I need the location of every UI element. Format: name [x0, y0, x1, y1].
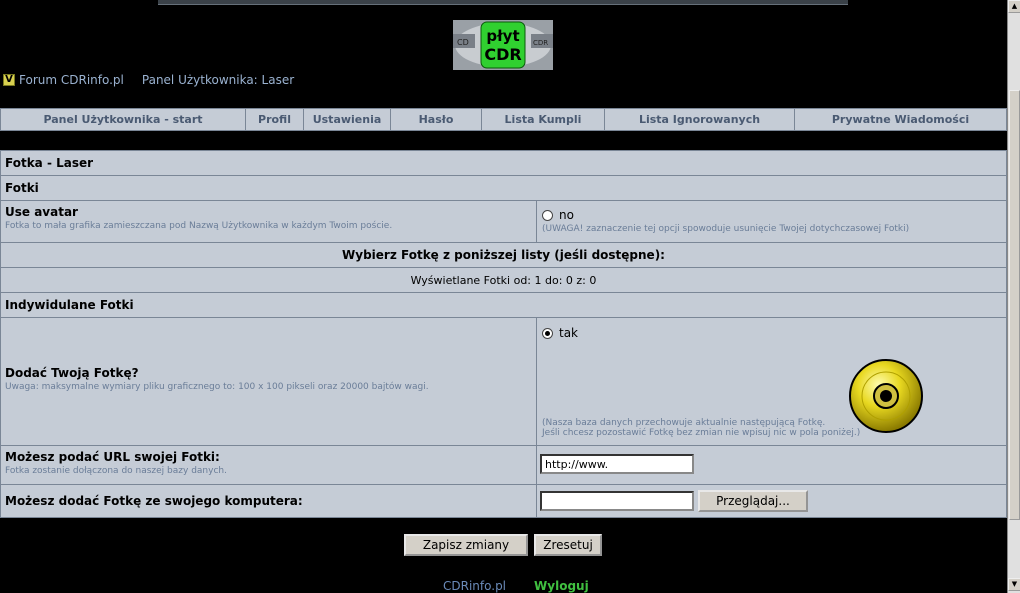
use-avatar-desc: Fotka to mała grafika zamieszczana pod N…	[5, 221, 393, 231]
avatar-form: Fotka - Laser Fotki Use avatar Fotka to …	[0, 150, 1007, 518]
tab-buddy-list[interactable]: Lista Kumpli	[482, 109, 605, 130]
tab-private-messages[interactable]: Prywatne Wiadomości	[795, 109, 1006, 130]
avatar-note: (UWAGA! zaznaczenie tej opcji spowoduje …	[542, 224, 910, 234]
section-custom-avatars: Indywidulane Fotki	[1, 293, 1006, 318]
form-title: Fotka - Laser	[1, 151, 1006, 176]
avatar-yes-label: tak	[559, 326, 579, 340]
scroll-up-icon[interactable]: ▲	[1008, 0, 1020, 13]
tab-profile[interactable]: Profil	[246, 109, 304, 130]
choose-avatar-header: Wybierz Fotkę z poniższej listy (jeśli d…	[1, 243, 1006, 268]
avatar-url-row: Możesz podać URL swojej Fotki: Fotka zos…	[1, 446, 1006, 485]
tab-ignore-list[interactable]: Lista Ignorowanych	[605, 109, 795, 130]
avatar-yes-radio[interactable]	[542, 327, 553, 339]
logo-left-tag: CD	[457, 38, 469, 47]
avatar-url-label: Możesz podać URL swojej Fotki:	[5, 450, 220, 464]
avatar-url-input[interactable]	[540, 454, 694, 474]
logout-link[interactable]: Wyloguj	[534, 579, 589, 593]
footer-site-link[interactable]: CDRinfo.pl	[443, 579, 506, 593]
scroll-down-icon[interactable]: ▼	[1008, 578, 1020, 591]
logo-line2: CDR	[484, 45, 521, 64]
section-avatars: Fotki	[1, 176, 1006, 201]
avatar-note-2: Jeśli chcesz pozostawić Fotkę bez zmian …	[542, 428, 861, 438]
avatar-no-label: no	[559, 208, 574, 222]
tab-password[interactable]: Hasło	[391, 109, 482, 130]
use-avatar-row: Use avatar Fotka to mała grafika zamiesz…	[1, 201, 1006, 243]
avatar-upload-field[interactable]	[540, 491, 694, 511]
reset-button[interactable]: Zresetuj	[534, 534, 602, 556]
panel-title: Panel Użytkownika: Laser	[141, 73, 295, 87]
tab-settings[interactable]: Ustawienia	[304, 109, 391, 130]
scrollbar-thumb[interactable]	[1009, 90, 1020, 520]
footer: CDRinfo.pl Wyloguj	[443, 579, 589, 593]
top-banner	[158, 0, 848, 5]
tab-panel-start[interactable]: Panel Użytkownika - start	[1, 109, 246, 130]
site-logo[interactable]: CD CDR płyt CDR	[453, 20, 553, 70]
forum-link[interactable]: Forum CDRinfo.pl	[19, 73, 124, 87]
shown-avatars-text: Wyświetlane Fotki od: 1 do: 0 z: 0	[1, 268, 1006, 293]
avatar-upload-row: Możesz dodać Fotkę ze swojego komputera:	[1, 485, 1006, 518]
logo-right-tag: CDR	[533, 39, 548, 47]
vertical-scrollbar[interactable]: ▲ ▼	[1007, 0, 1020, 593]
logo-line1: płyt	[486, 27, 519, 45]
user-panel-tabs: Panel Użytkownika - start Profil Ustawie…	[0, 108, 1007, 131]
forum-v-icon: V	[3, 74, 15, 86]
avatar-note-1: (Nasza baza danych przechowuje aktualnie…	[542, 418, 826, 428]
use-avatar-label: Use avatar	[5, 205, 78, 219]
breadcrumb: V Forum CDRinfo.pl Panel Użytkownika: La…	[3, 72, 294, 88]
save-changes-button[interactable]: Zapisz zmiany	[404, 534, 528, 556]
add-avatar-desc: Uwaga: maksymalne wymiary pliku graficzn…	[5, 382, 429, 392]
current-avatar-cd-icon	[848, 358, 924, 434]
avatar-upload-label: Możesz dodać Fotkę ze swojego komputera:	[5, 494, 303, 508]
add-avatar-label: Dodać Twoją Fotkę?	[5, 366, 139, 380]
avatar-url-desc: Fotka zostanie dołączona do naszej bazy …	[5, 466, 227, 476]
browse-button[interactable]: Przeglądaj...	[698, 490, 808, 512]
avatar-no-radio[interactable]	[542, 209, 553, 221]
